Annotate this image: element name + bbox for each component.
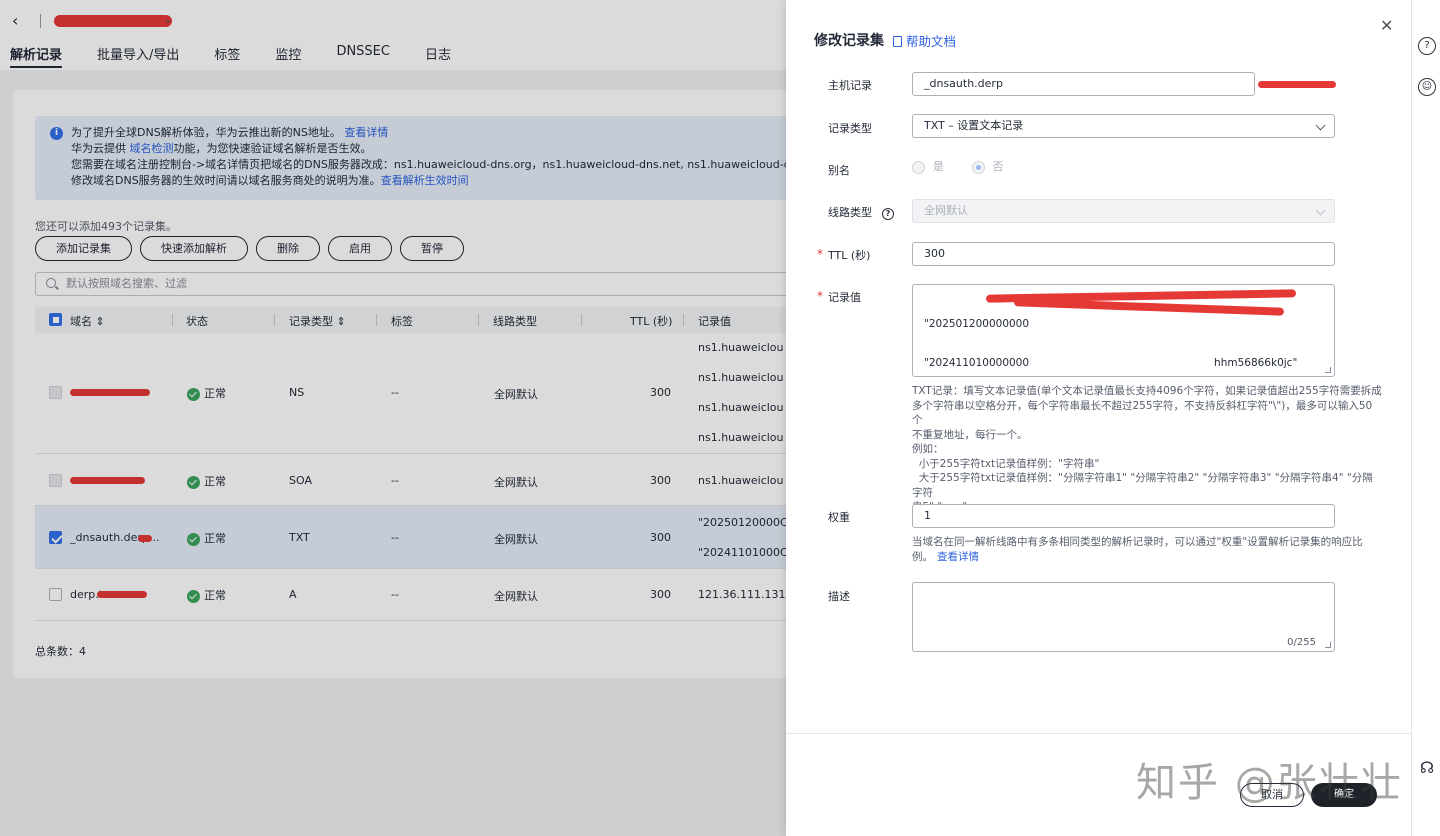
resize-handle[interactable] (1325, 642, 1331, 648)
host-record-label: 主机记录 (828, 79, 872, 92)
host-record-input[interactable]: _dnsauth.derp (912, 72, 1255, 96)
help-icon[interactable]: ? (882, 208, 894, 220)
feedback-icon[interactable]: ☺ (1418, 78, 1436, 96)
alias-label: 别名 (828, 164, 850, 177)
watermark-text: 知乎 @张壮壮 (1136, 760, 1403, 806)
close-icon[interactable]: ✕ (1380, 16, 1393, 35)
char-counter: 0/255 (1287, 637, 1316, 648)
drawer-title: 修改记录集 (814, 33, 884, 49)
record-value-line: "202501200000000 (924, 318, 1030, 330)
redaction-mark (1258, 81, 1336, 88)
modal-overlay[interactable] (0, 0, 786, 836)
chevron-down-icon (1315, 205, 1326, 216)
record-type-select[interactable]: TXT – 设置文本记录 (912, 114, 1335, 138)
ttl-input[interactable]: 300 (912, 242, 1335, 266)
record-type-label: 记录类型 (828, 122, 872, 135)
description-textarea[interactable]: 0/255 (912, 582, 1335, 652)
document-icon (893, 36, 902, 47)
line-type-label: 线路类型? (828, 204, 894, 220)
help-doc-link[interactable]: 帮助文档 (893, 31, 956, 50)
chevron-down-icon (1315, 120, 1326, 131)
resize-handle[interactable] (1325, 367, 1331, 373)
weight-label: 权重 (828, 511, 850, 524)
alias-yes-radio[interactable] (912, 160, 925, 174)
weight-hint: 当域名在同一解析线路中有多条相同类型的解析记录时，可以通过"权重"设置解析记录集… (912, 536, 1363, 563)
ttl-label: TTL (秒) (828, 249, 871, 262)
required-mark: * (817, 289, 823, 303)
alias-no-radio[interactable] (971, 160, 985, 174)
line-type-select: 全网默认 (912, 199, 1335, 223)
alias-radio-group: 是 否 (912, 158, 1004, 174)
required-mark: * (817, 247, 823, 261)
edit-record-drawer: 修改记录集 帮助文档 ✕ 主机记录 _dnsauth.derp 记录类型 TXT… (786, 0, 1411, 836)
record-value-label: 记录值 (828, 291, 861, 304)
weight-details-link[interactable]: 查看详情 (937, 551, 979, 563)
description-label: 描述 (828, 590, 850, 603)
record-value-line: "202411010000000 hhm56866k0jc" (924, 357, 1298, 369)
record-value-hint: TXT记录：填写文本记录值(单个文本记录值最长支持4096个字符，如果记录值超出… (912, 385, 1382, 513)
weight-input[interactable]: 1 (912, 504, 1335, 528)
help-icon[interactable]: ? (1418, 37, 1436, 55)
customer-service-icon[interactable]: ☊ (1418, 760, 1436, 778)
right-rail: ? ☺ ☊ (1411, 0, 1440, 836)
footer-divider (786, 733, 1411, 734)
